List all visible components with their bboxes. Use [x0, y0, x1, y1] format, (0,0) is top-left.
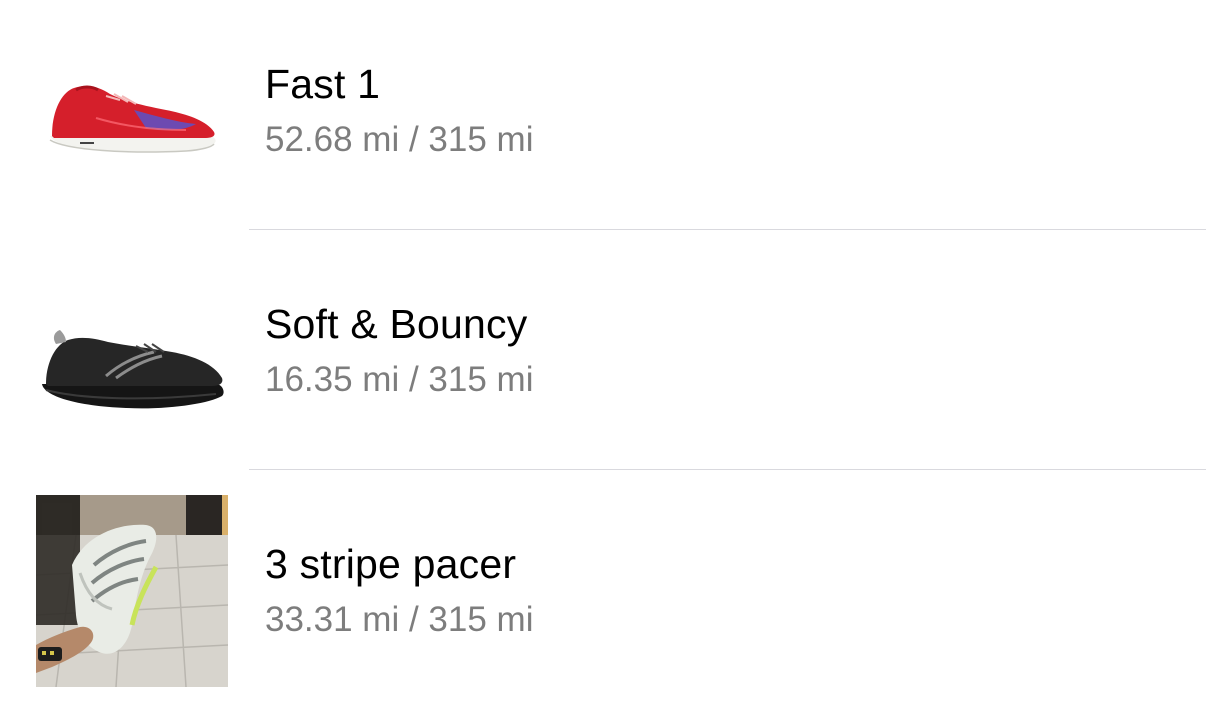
red-running-shoe-image: [36, 40, 228, 232]
row-divider: [249, 469, 1206, 470]
black-running-shoe-image: [36, 280, 228, 472]
shoe-name: Fast 1: [265, 61, 381, 107]
shoe-list: Fast 1 52.68 mi / 315 mi Soft & Bouncy 1…: [0, 0, 1206, 702]
shoe-name: Soft & Bouncy: [265, 301, 528, 347]
white-shoe-photo-image: [36, 495, 228, 687]
row-divider: [249, 229, 1206, 230]
shoe-distance: 52.68 mi / 315 mi: [265, 120, 534, 159]
shoe-row-3-stripe-pacer[interactable]: 3 stripe pacer 33.31 mi / 315 mi: [0, 480, 1206, 702]
shoe-distance: 16.35 mi / 315 mi: [265, 360, 534, 399]
shoe-distance: 33.31 mi / 315 mi: [265, 600, 534, 639]
shoe-row-fast-1[interactable]: Fast 1 52.68 mi / 315 mi: [0, 0, 1206, 228]
shoe-row-soft-and-bouncy[interactable]: Soft & Bouncy 16.35 mi / 315 mi: [0, 240, 1206, 468]
shoe-name: 3 stripe pacer: [265, 541, 517, 587]
